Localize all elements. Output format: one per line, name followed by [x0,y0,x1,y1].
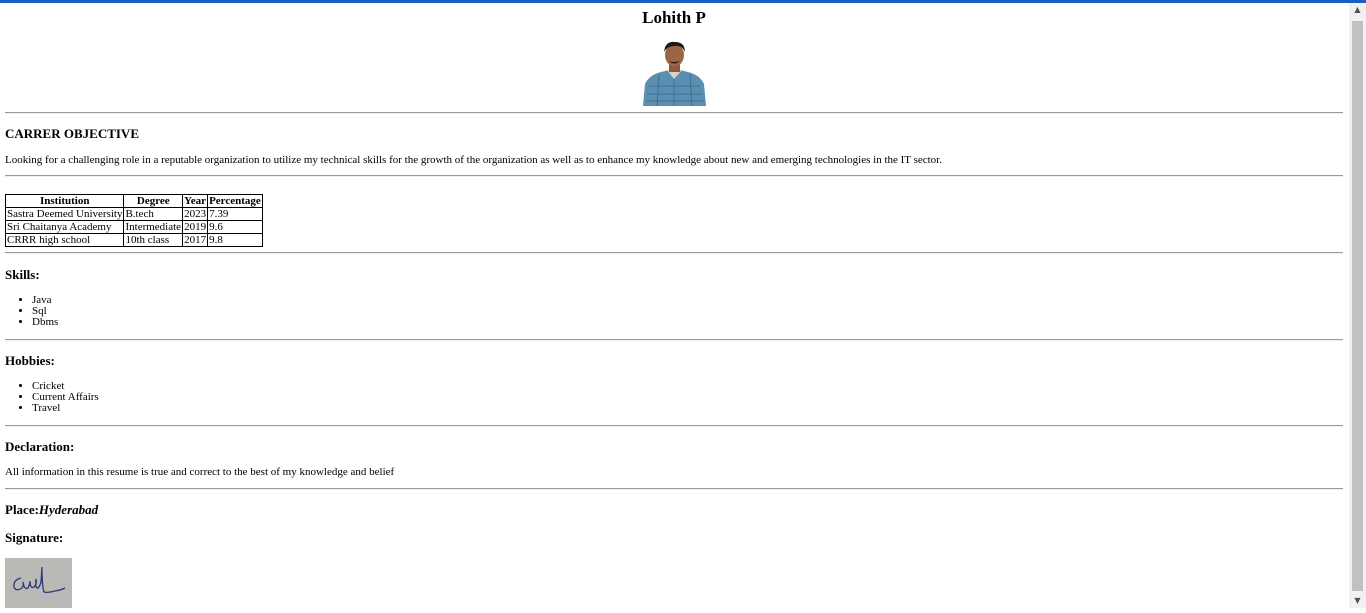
education-table: Institution Degree Year Percentage Sastr… [4,194,263,247]
table-cell: 2017 [182,233,209,247]
col-institution: Institution [4,194,125,208]
table-cell: 9.8 [207,233,263,247]
vertical-scrollbar[interactable]: ▲ ▼ [1349,3,1366,608]
col-year: Year [182,194,209,208]
list-item: Sql [32,306,1343,317]
col-degree: Degree [123,194,184,208]
hobbies-list: Cricket Current Affairs Travel [5,381,1343,414]
table-cell: B.tech [123,207,184,221]
education-header-row: Institution Degree Year Percentage [4,194,263,208]
table-cell: Sri Chaitanya Academy [4,220,125,234]
table-cell: 7.39 [207,207,263,221]
scroll-thumb[interactable] [1352,21,1363,591]
table-cell: 2023 [182,207,209,221]
table-cell: 9.6 [207,220,263,234]
table-row: Sastra Deemed University B.tech 2023 7.3… [4,207,263,221]
list-item: Travel [32,403,1343,414]
scroll-down-icon[interactable]: ▼ [1349,594,1366,608]
list-item: Cricket [32,381,1343,392]
objective-heading: CARRER OBJECTIVE [5,126,139,141]
profile-photo [640,40,708,106]
place-value: Hyderabad [38,502,99,517]
hobbies-heading: Hobbies: [5,353,55,368]
list-item: Current Affairs [32,392,1343,403]
table-cell: Intermediate [123,220,184,234]
skills-heading: Skills: [5,267,40,282]
profile-photo-wrap [5,40,1343,106]
objective-text: Looking for a challenging role in a repu… [5,154,942,166]
declaration-text: All information in this resume is true a… [5,466,395,478]
skills-list: Java Sql Dbms [5,295,1343,328]
scroll-up-icon[interactable]: ▲ [1349,3,1366,17]
table-cell: 2019 [182,220,209,234]
table-row: Sri Chaitanya Academy Intermediate 2019 … [4,220,263,234]
table-cell: 10th class [123,233,184,247]
list-item: Java [32,295,1343,306]
table-cell: CRRR high school [4,233,125,247]
signature-image [5,558,72,608]
list-item: Dbms [32,317,1343,328]
col-percentage: Percentage [207,194,263,208]
table-row: CRRR high school 10th class 2017 9.8 [4,233,263,247]
place-label: Place: [5,502,39,517]
declaration-heading: Declaration: [5,439,75,454]
resume-page: Lohith P CARRER OBJECTIVE Looking for a … [4,3,1343,613]
resume-name: Lohith P [642,8,706,27]
place-line: Place:Hyderabad [5,502,1343,518]
signature-label: Signature: [5,530,64,545]
table-cell: Sastra Deemed University [4,207,125,221]
